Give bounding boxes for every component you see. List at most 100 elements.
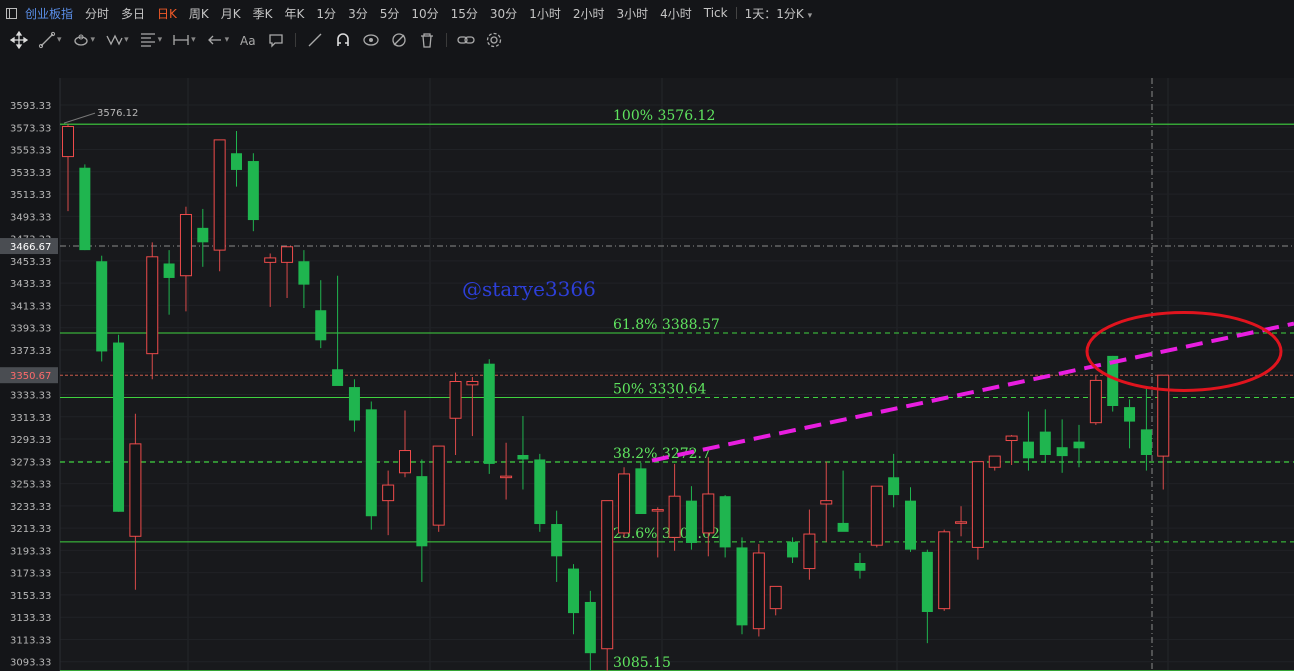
magnet-tool[interactable]: [334, 30, 352, 50]
candlestick-chart[interactable]: 3593.33 3573.33 3553.33 3533.33 3513.33 3493.…: [0, 54, 1294, 671]
period-tab-17[interactable]: Tick: [698, 6, 734, 20]
period-tab-12[interactable]: 30分: [484, 5, 523, 22]
y-tick-label: 3093.33: [10, 658, 51, 669]
period-tab-4[interactable]: 月K: [215, 5, 247, 22]
chevron-down-icon: ▾: [191, 35, 196, 45]
text-tool-tool[interactable]: Aa: [239, 30, 257, 50]
y-tick-label: 3593.33: [10, 101, 51, 112]
chevron-down-icon: ▾: [90, 35, 96, 45]
y-tick-label: 3433.33: [10, 279, 51, 290]
settings-tool[interactable]: [485, 30, 503, 50]
watermark-text: @starye3366: [462, 277, 596, 301]
period-tab-2[interactable]: 日K: [151, 5, 183, 22]
line-draw-icon: [38, 31, 56, 49]
period-tab-3[interactable]: 周K: [183, 5, 215, 22]
period-tab-0[interactable]: 分时: [79, 5, 115, 22]
y-tick-label: 3233.33: [10, 502, 51, 513]
panel-toggle-icon[interactable]: [6, 7, 17, 19]
candle-body: [247, 161, 259, 221]
ruler-tool[interactable]: [306, 30, 324, 50]
candle-body: [399, 450, 411, 474]
candle-body: [685, 500, 697, 543]
period-tab-1[interactable]: 多日: [115, 5, 151, 22]
y-tick-label: 3393.33: [10, 324, 51, 335]
candle-body: [416, 476, 428, 547]
shapes-tool[interactable]: ▾: [72, 30, 96, 50]
period-tab-8[interactable]: 3分: [342, 5, 374, 22]
candle-body: [332, 369, 344, 386]
y-tick-label: 3553.33: [10, 146, 51, 157]
candle-body: [955, 521, 968, 524]
toolbar-divider: [735, 7, 737, 19]
pattern-tool[interactable]: ▾: [105, 30, 129, 50]
high-price-label: 3576.12: [97, 108, 138, 119]
period-tab-11[interactable]: 15分: [445, 5, 484, 22]
link-tool[interactable]: [457, 30, 475, 50]
ruler-icon: [308, 33, 322, 47]
chevron-down-icon: ▾: [124, 35, 129, 45]
candle-body: [348, 387, 360, 421]
range-label: 1天：1分K: [744, 6, 804, 21]
y-tick-label: 3273.33: [10, 457, 51, 468]
period-tab-14[interactable]: 2小时: [567, 5, 611, 22]
candle-body: [382, 484, 395, 502]
candle-body: [62, 126, 74, 158]
pattern-icon: [106, 34, 123, 46]
y-tick-label: 3133.33: [10, 613, 51, 624]
candle-body: [651, 509, 664, 512]
candle-body: [449, 381, 462, 419]
y-tick-label: 3253.33: [10, 480, 51, 491]
candle-body: [601, 500, 614, 650]
comment-tool[interactable]: [267, 30, 285, 50]
tool-divider: [446, 33, 448, 47]
period-tab-13[interactable]: 1小时: [523, 5, 567, 22]
chevron-down-icon: ▾: [807, 10, 813, 21]
candle-body: [870, 485, 883, 546]
candle-body: [1140, 429, 1152, 455]
fib-level-label: 50% 3330.64: [613, 381, 707, 397]
y-tick-label: 3173.33: [10, 569, 51, 580]
tool-divider: [295, 33, 297, 47]
y-tick-label: 3113.33: [10, 635, 51, 646]
hide-tool[interactable]: [390, 30, 408, 50]
candle-body: [129, 443, 142, 537]
fibonacci-tool[interactable]: ▾: [139, 30, 162, 50]
trash-tool[interactable]: [418, 30, 436, 50]
period-tab-10[interactable]: 10分: [405, 5, 444, 22]
candle-body: [921, 551, 933, 612]
crosshair-price-text: 3466.67: [10, 242, 51, 253]
range-dropdown[interactable]: 1天：1分K ▾: [739, 5, 819, 22]
y-tick-label: 3513.33: [10, 190, 51, 201]
candle-body: [854, 563, 866, 571]
measure-tool[interactable]: ▾: [172, 30, 196, 50]
y-tick-label: 3333.33: [10, 391, 51, 402]
period-tab-15[interactable]: 3小时: [610, 5, 654, 22]
comment-icon: [269, 34, 283, 48]
period-tab-7[interactable]: 1分: [310, 5, 342, 22]
y-tick-label: 3153.33: [10, 591, 51, 602]
crosshair-tool[interactable]: [10, 30, 28, 50]
crosshair-icon: [10, 31, 28, 49]
period-tab-5[interactable]: 季K: [247, 5, 279, 22]
arrow-left-tool[interactable]: ▾: [206, 30, 229, 50]
line-draw-tool[interactable]: ▾: [38, 30, 62, 50]
magnet-icon: [337, 33, 349, 46]
period-tab-9[interactable]: 5分: [374, 5, 406, 22]
arrow-left-icon: [207, 35, 221, 45]
candle-body: [500, 475, 513, 479]
eye-tool[interactable]: [362, 30, 380, 50]
y-tick-label: 3453.33: [10, 257, 51, 268]
period-tab-6[interactable]: 年K: [279, 5, 311, 22]
candle-body: [281, 246, 294, 263]
text-tool-icon: Aa: [240, 34, 256, 48]
candle-body: [803, 533, 816, 570]
fib-level-label: 100% 3576.12: [613, 108, 715, 124]
symbol-name[interactable]: 创业板指: [23, 5, 79, 22]
candle-body: [551, 524, 563, 557]
last-price-text: 3350.67: [10, 371, 51, 382]
candle-body: [231, 153, 242, 170]
y-tick-label: 3573.33: [10, 123, 51, 134]
trash-icon: [421, 33, 434, 48]
candle-body: [618, 473, 631, 534]
period-tab-16[interactable]: 4小时: [654, 5, 698, 22]
